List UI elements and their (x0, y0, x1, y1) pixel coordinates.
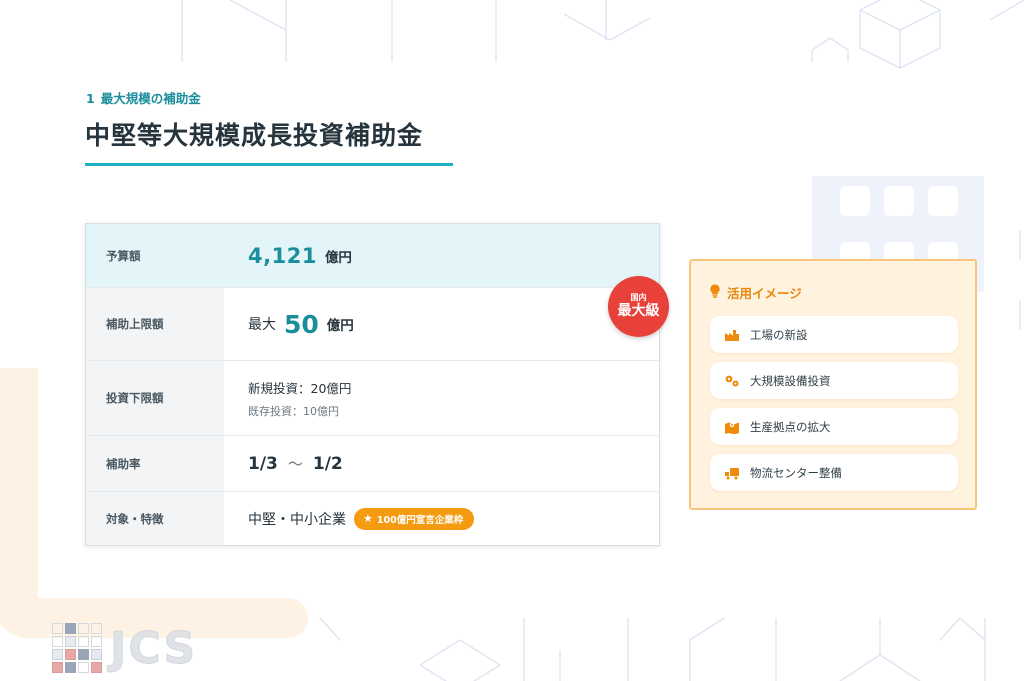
table-row-budget: 予算額 4,121 億円 (86, 224, 659, 288)
table-row-subsidy-cap: 補助上限額 最大 50 億円 (86, 288, 659, 361)
usage-item-label: 生産拠点の拡大 (750, 419, 831, 434)
rate-from: 1/3 (248, 453, 278, 474)
usage-item-label: 工場の新設 (750, 327, 808, 342)
subsidy-cap-label: 補助上限額 (86, 288, 224, 360)
section-label: 最大規模の補助金 (100, 91, 201, 106)
jcs-logo: JCS (52, 622, 197, 674)
background-accent-corner (38, 538, 98, 598)
usage-heading-label: 活用イメージ (727, 286, 802, 301)
subsidy-rate-value: 1/3 ～ 1/2 (224, 436, 659, 491)
star-icon: ★ (363, 512, 373, 525)
min-investment-value: 新規投資：20億円 既存投資：10億円 (224, 361, 659, 435)
declaration-tag: ★ 100億円宣言企業枠 (354, 507, 475, 530)
lightbulb-icon (709, 284, 721, 301)
usage-item-production-base: 生産拠点の拡大 (710, 408, 958, 445)
table-row-target: 対象・特徴 中堅・中小企業 ★ 100億円宣言企業枠 (86, 492, 659, 545)
existing-investment-text: 既存投資：10億円 (248, 404, 339, 418)
usage-heading: 活用イメージ (709, 283, 802, 302)
subsidy-cap-amount: 50 (284, 309, 319, 339)
budget-label: 予算額 (86, 224, 224, 287)
min-investment-label: 投資下限額 (86, 361, 224, 435)
usage-item-label: 物流センター整備 (750, 465, 842, 480)
section-heading: 1 最大規模の補助金 (86, 88, 201, 107)
rate-tilde: ～ (287, 455, 303, 473)
table-row-subsidy-rate: 補助率 1/3 ～ 1/2 (86, 436, 659, 492)
target-label: 対象・特徴 (86, 492, 224, 545)
badge-large-text: 最大級 (617, 302, 660, 319)
subsidy-rate-label: 補助率 (86, 436, 224, 491)
usage-item-logistics: 物流センター整備 (710, 454, 958, 491)
location-map-icon (724, 419, 740, 435)
target-value: 中堅・中小企業 ★ 100億円宣言企業枠 (224, 492, 659, 545)
budget-unit: 億円 (324, 249, 352, 266)
page-title: 中堅等大規模成長投資補助金 (85, 121, 424, 150)
budget-value: 4,121 億円 (224, 224, 659, 287)
badge-small-text: 国内 (630, 292, 647, 302)
budget-amount: 4,121 (248, 243, 317, 268)
declaration-tag-label: 100億円宣言企業枠 (376, 514, 464, 526)
gears-icon (724, 373, 740, 389)
table-row-min-investment: 投資下限額 新規投資：20億円 既存投資：10億円 (86, 361, 659, 436)
usage-item-factory: 工場の新設 (710, 316, 958, 353)
rate-to: 1/2 (312, 453, 343, 474)
usage-image-panel: 活用イメージ 工場の新設 大規模設備投資 生産拠点の拡大 物流センター整備 (689, 259, 977, 510)
subsidy-info-table: 予算額 4,121 億円 補助上限額 最大 50 億円 投資下限額 新規投資：2… (85, 223, 660, 546)
subsidy-cap-value: 最大 50 億円 (224, 288, 659, 360)
subsidy-cap-unit: 億円 (326, 318, 354, 334)
factory-icon (724, 327, 740, 343)
title-underline (85, 163, 453, 166)
largest-scale-badge: 国内 最大級 (608, 276, 669, 337)
delivery-truck-icon (724, 465, 740, 481)
logo-grid-mark (52, 623, 102, 673)
new-investment-text: 新規投資：20億円 (248, 380, 352, 396)
target-text: 中堅・中小企業 (248, 511, 346, 528)
subsidy-cap-prefix: 最大 (248, 317, 276, 333)
section-number: 1 (86, 91, 95, 106)
logo-wordmark: JCS (109, 622, 198, 674)
usage-item-equipment: 大規模設備投資 (710, 362, 958, 399)
usage-item-label: 大規模設備投資 (750, 373, 831, 388)
